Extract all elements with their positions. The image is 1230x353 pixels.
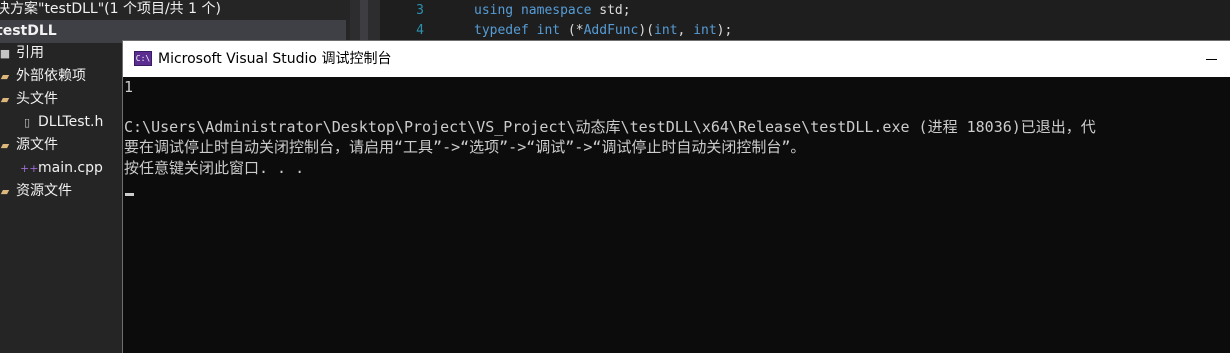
console-line: 要在调试停止时自动关闭控制台，请启用“工具”->“选项”->“调试”->“调试停… — [124, 138, 806, 156]
console-cursor — [125, 193, 134, 196]
console-line: C:\Users\Administrator\Desktop\Project\V… — [124, 118, 1096, 136]
code-token: (* — [560, 23, 584, 38]
tree-item-label: 引用 — [16, 45, 44, 61]
project-label: testDLL — [0, 23, 57, 39]
debug-console-window[interactable]: C:\ Microsoft Visual Studio 调试控制台 1 C:\U… — [122, 40, 1230, 353]
code-token: , — [677, 23, 694, 38]
header-file-icon: ▯ — [23, 116, 31, 129]
minimize-icon — [1206, 59, 1217, 60]
folder-icon: ▰ — [0, 139, 10, 152]
tree-item-label: 头文件 — [16, 91, 58, 107]
code-line: 4 typedef int (*AddFunc)(int, int); — [380, 21, 732, 41]
keyword-token: using — [474, 3, 514, 18]
code-token: )( — [638, 23, 655, 38]
solution-title[interactable]: 决方案"testDLL"(1 个项目/共 1 个) — [0, 0, 221, 21]
minimize-button[interactable] — [1190, 41, 1230, 77]
window-title: Microsoft Visual Studio 调试控制台 — [158, 51, 392, 67]
console-titlebar[interactable]: C:\ Microsoft Visual Studio 调试控制台 — [123, 41, 1230, 77]
tree-item-references[interactable]: ■ 引用 — [0, 42, 44, 65]
code-token: ); — [716, 23, 733, 38]
keyword-token: namespace — [520, 3, 592, 18]
tree-item-label: 资源文件 — [16, 183, 72, 199]
cpp-file-icon: ++ — [20, 162, 39, 175]
references-icon: ■ — [0, 47, 11, 60]
tree-item-resource-files[interactable]: ▰ 资源文件 — [0, 180, 72, 203]
identifier-token: AddFunc — [583, 23, 639, 38]
code-line: 3 using namespace std; — [380, 1, 631, 21]
tree-item-dlltest-h[interactable]: ▯ DLLTest.h — [20, 111, 103, 134]
keyword-token: int — [536, 23, 561, 38]
console-line: 1 — [124, 78, 134, 96]
scrollbar-thumb[interactable] — [360, 0, 368, 40]
tree-item-label: main.cpp — [38, 160, 103, 176]
line-number: 3 — [416, 3, 424, 18]
folder-icon: ▰ — [0, 70, 10, 83]
tree-item-external-deps[interactable]: ▰ 外部依赖项 — [0, 65, 86, 88]
keyword-token: int — [654, 23, 678, 38]
tree-item-label: 源文件 — [16, 137, 58, 153]
console-output[interactable]: 1 C:\Users\Administrator\Desktop\Project… — [123, 77, 1230, 353]
tree-item-label: 外部依赖项 — [16, 68, 86, 84]
code-editor[interactable]: 3 using namespace std; 4 typedef int (*Add… — [380, 0, 1230, 44]
tree-item-main-cpp[interactable]: ++main.cpp — [20, 157, 103, 180]
console-app-icon: C:\ — [134, 51, 152, 66]
keyword-token: int — [693, 23, 717, 38]
tree-item-label: DLLTest.h — [38, 114, 104, 130]
folder-icon: ▰ — [0, 185, 10, 198]
line-number: 4 — [416, 23, 424, 38]
console-line: 按任意键关闭此窗口. . . — [124, 159, 305, 177]
folder-icon: ▰ — [0, 93, 10, 106]
tree-item-source-files[interactable]: ▰ 源文件 — [0, 134, 58, 157]
keyword-token: typedef — [474, 23, 529, 38]
tree-item-header-files[interactable]: ▰ 头文件 — [0, 88, 58, 111]
code-token: std; — [591, 3, 631, 18]
